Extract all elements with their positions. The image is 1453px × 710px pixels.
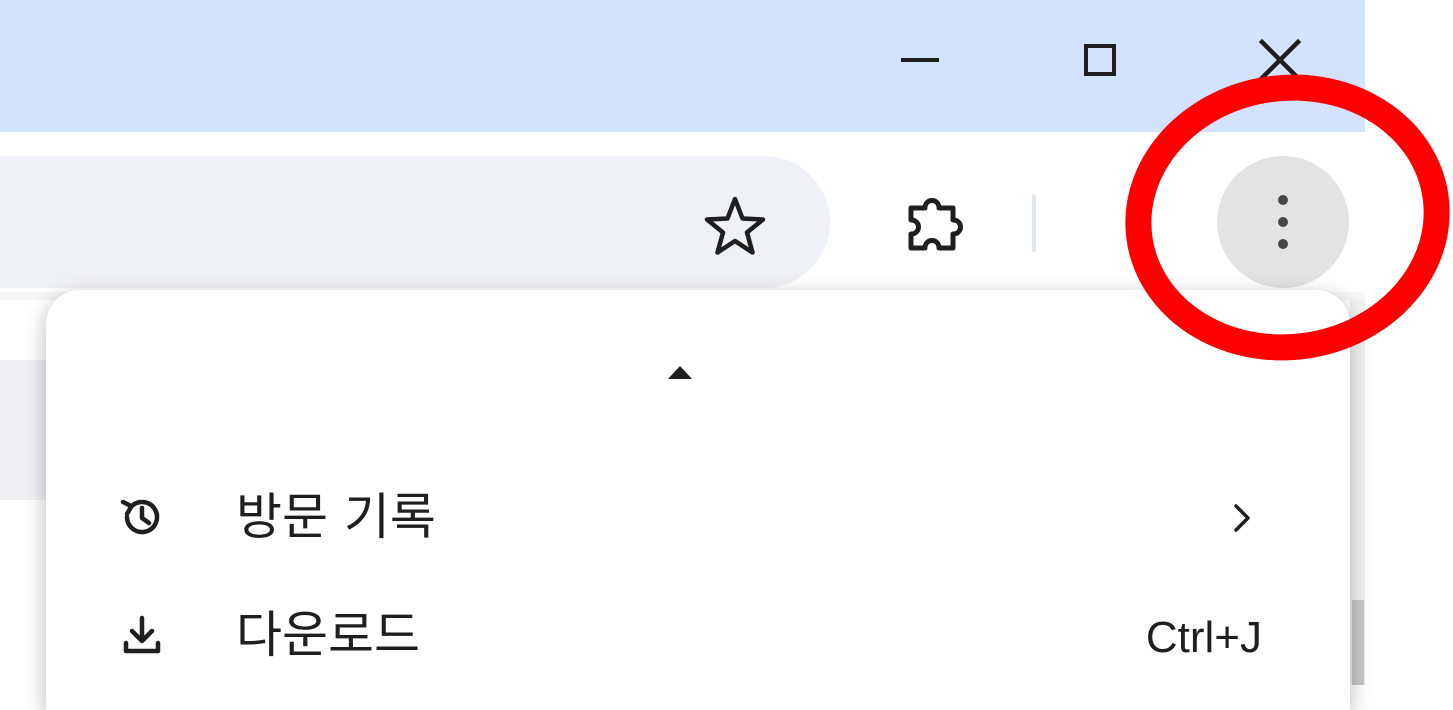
triangle-up-icon[interactable] xyxy=(668,366,692,379)
maximize-icon xyxy=(1084,44,1116,76)
star-icon xyxy=(704,196,766,255)
close-icon xyxy=(1258,38,1302,82)
menu-item-history[interactable]: 방문 기록 xyxy=(46,462,1350,572)
close-button[interactable] xyxy=(1225,0,1335,120)
menu-item-label: 방문 기록 xyxy=(236,488,436,546)
keyboard-shortcut: Ctrl+J xyxy=(1145,613,1262,662)
puzzle-icon xyxy=(908,198,963,251)
minimize-icon xyxy=(901,58,939,62)
history-icon xyxy=(114,489,170,545)
minimize-button[interactable] xyxy=(865,0,975,120)
chrome-menu-dropdown: 방문 기록 다운로드 Ctrl+J xyxy=(46,290,1350,710)
vertical-dots-icon xyxy=(1278,195,1288,205)
extensions-button[interactable] xyxy=(890,184,980,264)
menu-item-label: 다운로드 xyxy=(236,606,420,664)
title-bar xyxy=(0,0,1365,132)
download-icon xyxy=(114,607,170,663)
bookmark-star-button[interactable] xyxy=(695,190,775,262)
chevron-right-icon xyxy=(1234,504,1250,532)
toolbar xyxy=(0,132,1365,292)
chrome-menu-button[interactable] xyxy=(1217,156,1349,288)
toolbar-separator xyxy=(1032,194,1036,252)
page-scrollbar-thumb[interactable] xyxy=(1352,600,1364,685)
page-content-fragment xyxy=(0,360,46,500)
maximize-button[interactable] xyxy=(1045,0,1155,120)
menu-item-downloads[interactable]: 다운로드 Ctrl+J xyxy=(46,580,1350,690)
